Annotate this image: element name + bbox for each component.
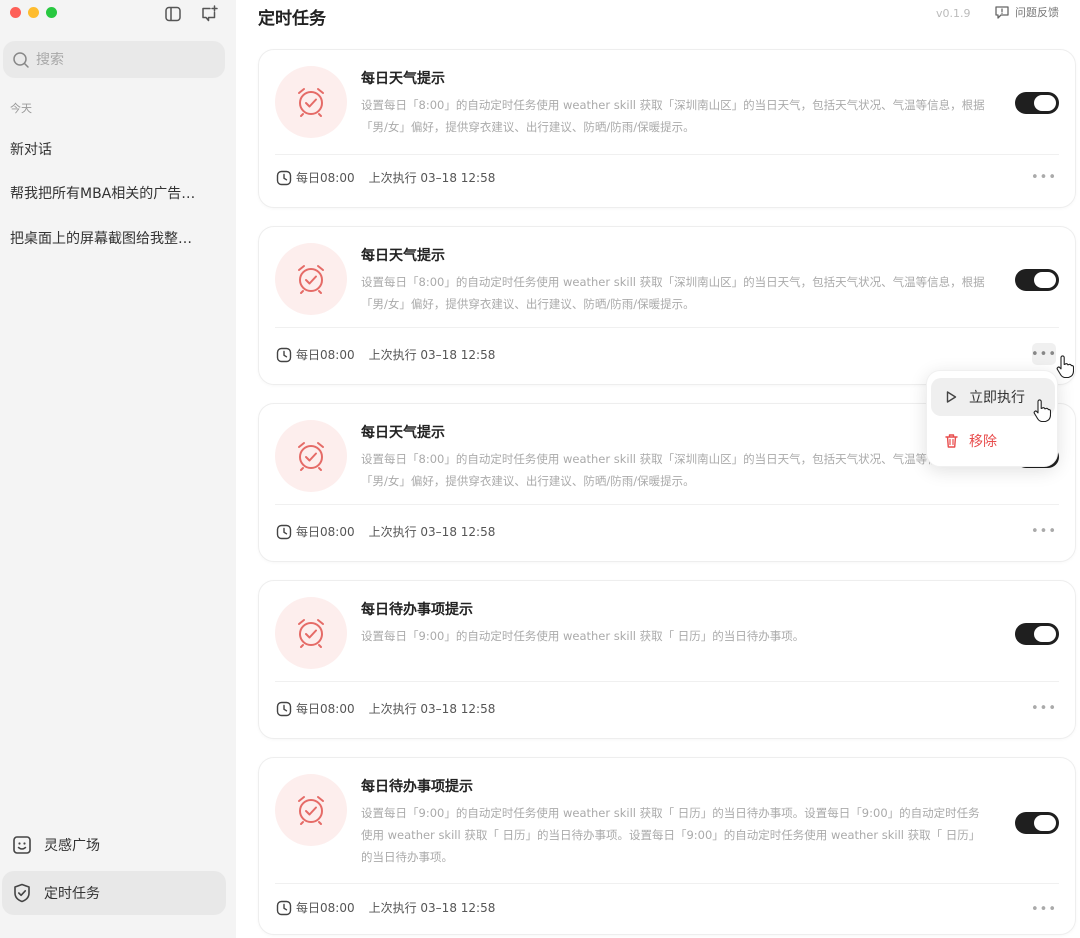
close-window-button[interactable] bbox=[10, 7, 21, 18]
more-options-button[interactable]: ••• bbox=[1031, 520, 1056, 542]
task-enable-toggle[interactable] bbox=[1015, 92, 1059, 114]
clock-shield-icon bbox=[10, 881, 34, 905]
task-title: 每日天气提示 bbox=[361, 71, 445, 87]
task-description: 设置每日「9:00」的自动定时任务使用 weather skill 获取「 日历… bbox=[361, 806, 981, 864]
task-description: 设置每日「8:00」的自动定时任务使用 weather skill 获取「深圳南… bbox=[361, 452, 985, 488]
task-footer: 每日08:00 上次执行 03–18 12:58 bbox=[276, 346, 495, 363]
conversation-item[interactable]: 把桌面上的屏幕截图给我整… bbox=[10, 228, 222, 248]
clock-icon bbox=[276, 900, 292, 916]
task-last-run: 上次执行 03–18 12:58 bbox=[368, 348, 496, 362]
task-schedule: 每日08:00 bbox=[296, 348, 355, 362]
section-label-today: 今天 bbox=[10, 102, 32, 115]
task-enable-toggle[interactable] bbox=[1015, 623, 1059, 645]
feedback-icon bbox=[994, 4, 1010, 20]
task-title: 每日待办事项提示 bbox=[361, 602, 473, 618]
divider bbox=[275, 681, 1059, 682]
conversation-item[interactable]: 帮我把所有MBA相关的广告… bbox=[10, 183, 222, 203]
task-schedule: 每日08:00 bbox=[296, 171, 355, 185]
task-avatar bbox=[275, 597, 347, 669]
version-label: v0.1.9 bbox=[936, 7, 971, 20]
task-card: 每日待办事项提示 设置每日「9:00」的自动定时任务使用 weather ski… bbox=[258, 757, 1076, 935]
clock-icon bbox=[276, 347, 292, 363]
window-controls bbox=[10, 7, 57, 18]
task-last-run: 上次执行 03–18 12:58 bbox=[368, 171, 496, 185]
conversation-item[interactable]: 新对话 bbox=[10, 139, 222, 159]
clock-icon bbox=[276, 170, 292, 186]
remove-label: 移除 bbox=[969, 434, 997, 450]
task-description: 设置每日「8:00」的自动定时任务使用 weather skill 获取「深圳南… bbox=[361, 275, 985, 311]
play-icon bbox=[943, 389, 959, 405]
task-enable-toggle[interactable] bbox=[1015, 812, 1059, 834]
sidebar-toolbar bbox=[162, 3, 220, 25]
task-footer: 每日08:00 上次执行 03–18 12:58 bbox=[276, 523, 495, 540]
divider bbox=[275, 883, 1059, 884]
task-schedule: 每日08:00 bbox=[296, 702, 355, 716]
task-description: 设置每日「8:00」的自动定时任务使用 weather skill 获取「深圳南… bbox=[361, 98, 985, 134]
smiley-icon bbox=[10, 833, 34, 857]
task-card: 每日天气提示 设置每日「8:00」的自动定时任务使用 weather skill… bbox=[258, 226, 1076, 385]
more-options-button[interactable]: ••• bbox=[1031, 166, 1056, 188]
task-title: 每日天气提示 bbox=[361, 425, 445, 441]
sidebar-item-scheduled-tasks[interactable]: 定时任务 bbox=[2, 871, 226, 915]
task-avatar bbox=[275, 774, 347, 846]
run-now-label: 立即执行 bbox=[969, 390, 1025, 406]
task-schedule: 每日08:00 bbox=[296, 901, 355, 915]
remove-menu-item[interactable]: 移除 bbox=[931, 422, 1055, 460]
more-options-button[interactable]: ••• bbox=[1031, 898, 1056, 920]
task-last-run: 上次执行 03–18 12:58 bbox=[368, 702, 496, 716]
alarm-clock-icon bbox=[298, 442, 324, 471]
hand-cursor-icon bbox=[1056, 355, 1074, 379]
task-last-run: 上次执行 03–18 12:58 bbox=[368, 525, 496, 539]
divider bbox=[275, 154, 1059, 155]
sidebar: 今天 新对话 帮我把所有MBA相关的广告… 把桌面上的屏幕截图给我整… 灵感广场… bbox=[0, 0, 236, 938]
sidebar-item-label: 灵感广场 bbox=[44, 838, 100, 854]
clock-icon bbox=[276, 524, 292, 540]
task-avatar bbox=[275, 420, 347, 492]
task-last-run: 上次执行 03–18 12:58 bbox=[368, 901, 496, 915]
search-box[interactable] bbox=[3, 41, 225, 78]
task-avatar bbox=[275, 243, 347, 315]
task-footer: 每日08:00 上次执行 03–18 12:58 bbox=[276, 700, 495, 717]
sidebar-item-label: 定时任务 bbox=[44, 886, 100, 902]
task-footer: 每日08:00 上次执行 03–18 12:58 bbox=[276, 169, 495, 186]
sidebar-item-inspiration[interactable]: 灵感广场 bbox=[2, 823, 226, 867]
trash-icon bbox=[943, 433, 959, 449]
alarm-clock-icon bbox=[298, 619, 324, 648]
maximize-window-button[interactable] bbox=[46, 7, 57, 18]
task-description: 设置每日「9:00」的自动定时任务使用 weather skill 获取「 日历… bbox=[361, 629, 805, 643]
task-title: 每日待办事项提示 bbox=[361, 779, 473, 795]
sidebar-toggle-icon[interactable] bbox=[162, 3, 184, 25]
clock-icon bbox=[276, 701, 292, 717]
more-options-button[interactable]: ••• bbox=[1031, 343, 1056, 365]
task-avatar bbox=[275, 66, 347, 138]
task-card: 每日天气提示 设置每日「8:00」的自动定时任务使用 weather skill… bbox=[258, 49, 1076, 208]
alarm-clock-icon bbox=[298, 88, 324, 117]
alarm-clock-icon bbox=[298, 796, 324, 825]
main-panel: 定时任务 v0.1.9 问题反馈 每日天气提示 设置每日「8:00」的自动定时任… bbox=[236, 0, 1080, 938]
minimize-window-button[interactable] bbox=[28, 7, 39, 18]
alarm-clock-icon bbox=[298, 265, 324, 294]
feedback-label: 问题反馈 bbox=[1015, 6, 1059, 19]
task-title: 每日天气提示 bbox=[361, 248, 445, 264]
search-input[interactable] bbox=[36, 51, 206, 68]
page-title: 定时任务 bbox=[258, 9, 326, 29]
new-chat-icon[interactable] bbox=[198, 3, 220, 25]
divider bbox=[275, 504, 1059, 505]
divider bbox=[275, 327, 1059, 328]
hand-cursor-icon bbox=[1033, 399, 1051, 423]
task-card: 每日待办事项提示 设置每日「9:00」的自动定时任务使用 weather ski… bbox=[258, 580, 1076, 739]
task-footer: 每日08:00 上次执行 03–18 12:58 bbox=[276, 899, 495, 916]
feedback-button[interactable]: 问题反馈 bbox=[994, 4, 1059, 20]
task-enable-toggle[interactable] bbox=[1015, 269, 1059, 291]
task-schedule: 每日08:00 bbox=[296, 525, 355, 539]
more-options-button[interactable]: ••• bbox=[1031, 697, 1056, 719]
search-icon bbox=[12, 51, 30, 69]
